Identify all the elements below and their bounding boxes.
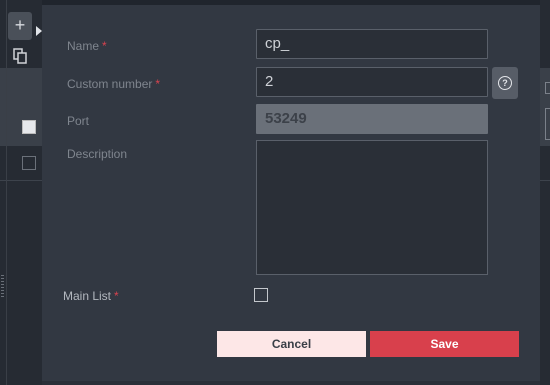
row-divider-right — [540, 180, 550, 181]
description-label: Description — [67, 147, 128, 161]
add-button[interactable]: + — [8, 12, 32, 40]
port-field: 53249 — [256, 104, 488, 134]
plus-icon: + — [14, 15, 26, 35]
edit-dialog: Name * cp_ Custom number * 2 ? Port 53249 … — [42, 5, 540, 381]
custom-number-label: Custom number * — [67, 77, 161, 91]
save-button[interactable]: Save — [370, 331, 519, 357]
port-label: Port — [67, 114, 90, 128]
right-control[interactable] — [545, 108, 550, 140]
help-icon: ? — [498, 76, 512, 90]
copy-icon[interactable] — [13, 48, 27, 64]
name-label: Name * — [67, 39, 107, 53]
help-button[interactable]: ? — [492, 67, 518, 99]
cancel-button[interactable]: Cancel — [217, 331, 366, 357]
custom-number-field[interactable]: 2 — [256, 67, 488, 97]
row-checkbox[interactable] — [22, 156, 36, 170]
panel-border — [6, 0, 7, 385]
name-field[interactable]: cp_ — [256, 29, 488, 59]
main-list-label: Main List * — [63, 289, 119, 303]
main-list-checkbox[interactable] — [254, 288, 268, 302]
select-all-checkbox[interactable] — [22, 120, 36, 134]
right-control[interactable] — [545, 82, 550, 94]
app-right-panel — [540, 0, 550, 385]
description-field[interactable] — [256, 140, 488, 275]
resize-handle[interactable] — [1, 275, 4, 297]
